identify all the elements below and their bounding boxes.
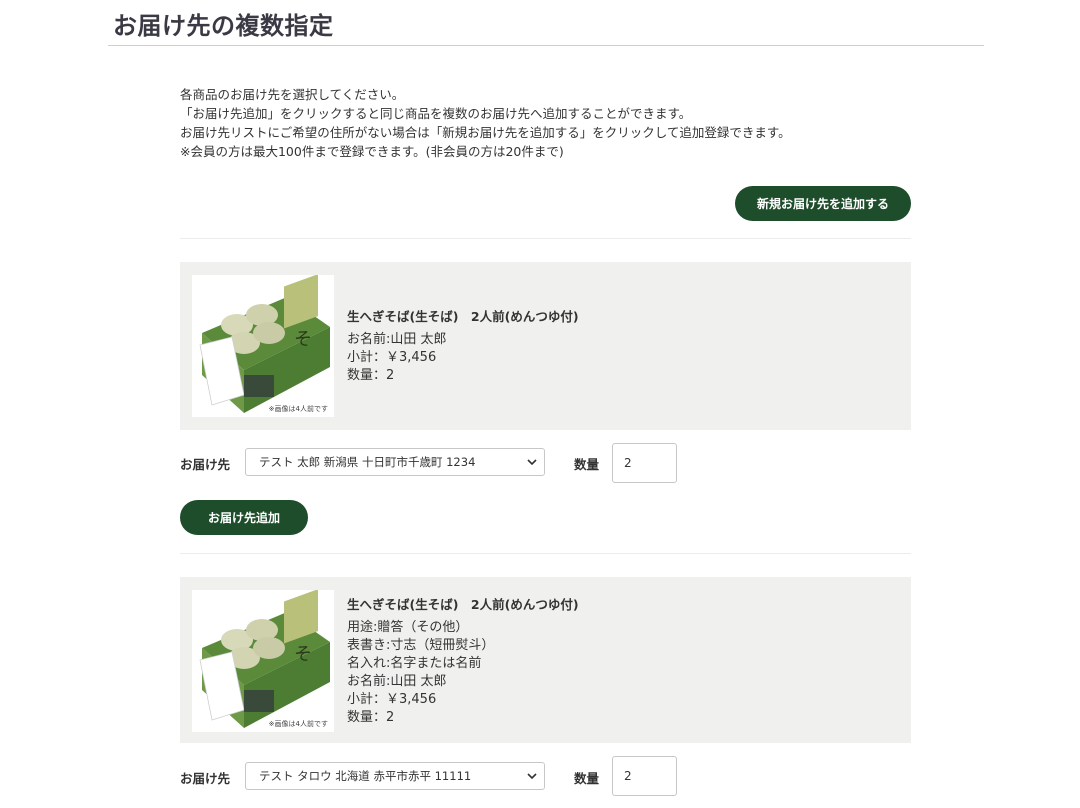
- page-title: お届け先の複数指定: [113, 12, 334, 40]
- title-divider: [108, 45, 984, 46]
- quantity-input[interactable]: 2: [612, 443, 677, 483]
- quantity-text: 数量：2: [347, 710, 395, 725]
- destination-select[interactable]: テスト タロウ 北海道 赤平市赤平 11111: [245, 762, 545, 790]
- svg-text:そ: そ: [294, 644, 312, 665]
- destination-value: テスト タロウ 北海道 赤平市赤平 11111: [259, 769, 472, 783]
- soba-box-illustration: そ: [199, 590, 330, 728]
- product-name: 生へぎそば(生そば) 2人前(めんつゆ付): [347, 309, 579, 324]
- quantity-label: 数量: [574, 771, 600, 786]
- instruction-line: 各商品のお届け先を選択してください。: [180, 87, 405, 102]
- destination-select[interactable]: テスト 太郎 新潟県 十日町市千歳町 1234: [245, 448, 545, 476]
- instruction-line: お届け先リストにご希望の住所がない場合は「新規お届け先を追加する」をクリックして…: [180, 125, 791, 140]
- product-image: そ ※画像は4人前です: [192, 275, 334, 417]
- quantity-text: 数量：2: [347, 368, 395, 383]
- add-destination-button[interactable]: お届け先追加: [180, 500, 308, 535]
- customer-name: お名前:山田 太郎: [347, 674, 447, 689]
- add-new-address-button[interactable]: 新規お届け先を追加する: [735, 186, 911, 221]
- destination-label: お届け先: [180, 457, 231, 472]
- item-card: そ ※画像は4人前です 生へぎそば(生そば) 2人前(めんつゆ付) 用途:贈答（…: [180, 577, 911, 743]
- image-caption: ※画像は4人前です: [268, 720, 328, 728]
- destination-label: お届け先: [180, 771, 231, 786]
- destination-value: テスト 太郎 新潟県 十日町市千歳町 1234: [259, 455, 476, 469]
- soba-box-illustration: そ: [199, 275, 330, 413]
- noshi-type: 表書き:寸志（短冊熨斗）: [347, 638, 495, 653]
- divider: [180, 553, 911, 554]
- name-printing: 名入れ:名字または名前: [347, 656, 482, 671]
- image-caption: ※画像は4人前です: [268, 405, 328, 413]
- instruction-line: 「お届け先追加」をクリックすると同じ商品を複数のお届け先へ追加することができます…: [180, 106, 692, 121]
- quantity-label: 数量: [574, 457, 600, 472]
- product-image: そ ※画像は4人前です: [192, 590, 334, 732]
- subtotal: 小計：￥3,456: [347, 350, 437, 365]
- subtotal: 小計：￥3,456: [347, 692, 437, 707]
- instruction-line: ※会員の方は最大100件まで登録できます。(非会員の方は20件まで): [180, 144, 564, 159]
- usage: 用途:贈答（その他）: [347, 620, 469, 635]
- product-name: 生へぎそば(生そば) 2人前(めんつゆ付): [347, 597, 579, 612]
- svg-text:そ: そ: [294, 329, 312, 350]
- chevron-down-icon: [527, 459, 537, 466]
- instructions: 各商品のお届け先を選択してください。 「お届け先追加」をクリックすると同じ商品を…: [180, 85, 940, 161]
- quantity-input[interactable]: 2: [612, 756, 677, 796]
- chevron-down-icon: [527, 773, 537, 780]
- customer-name: お名前:山田 太郎: [347, 332, 447, 347]
- item-card: そ ※画像は4人前です 生へぎそば(生そば) 2人前(めんつゆ付) お名前:山田…: [180, 262, 911, 430]
- divider: [180, 238, 911, 239]
